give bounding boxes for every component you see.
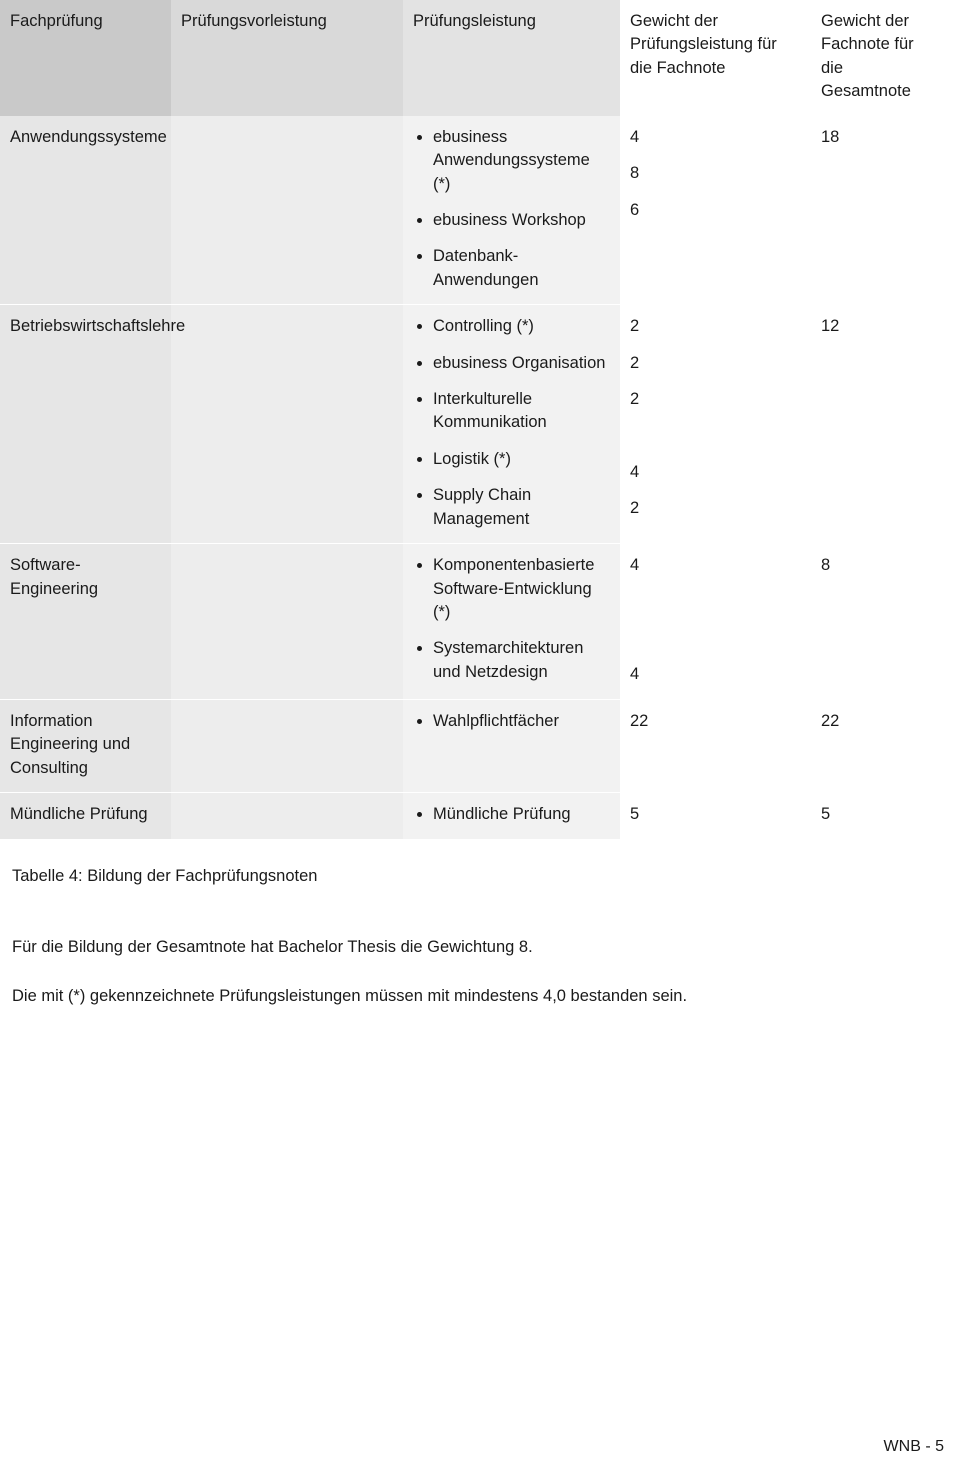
list-item: ebusiness Organisation (413, 352, 610, 375)
cell-fachnote: 8 (811, 543, 944, 700)
header-gewicht-fachnote: Gewicht der Fachnote für die Gesamtnote (811, 0, 944, 116)
weight-value: 4 (630, 462, 640, 481)
cell-subject: Software-Engineering (0, 543, 171, 700)
cell-gewichte: 4 8 6 (620, 115, 811, 306)
list-item: Mündliche Prüfung (413, 803, 610, 826)
header-pruefungsvorleistung: Prüfungsvorleistung (171, 0, 403, 116)
header-gewicht-pruefungsleistung: Gewicht der Prüfungsleistung für die Fac… (620, 0, 811, 116)
list-item: Systemarchitekturen und Netzdesign (413, 637, 610, 684)
cell-leistungen: Wahlpflichtfächer (403, 699, 620, 794)
cell-vorleistung (171, 304, 403, 545)
list-item: Logistik (*) (413, 448, 610, 471)
cell-vorleistung (171, 115, 403, 306)
document-page: Fachprüfung Prüfungsvorleistung Prüfungs… (0, 0, 960, 1474)
cell-gewichte: 5 (620, 792, 811, 839)
list-item: Datenbank-Anwendungen (413, 245, 610, 292)
weight-value: 2 (630, 499, 640, 518)
header-pruefungsleistung: Prüfungsleistung (403, 0, 620, 116)
paragraph-asterisk-note: Die mit (*) gekennzeichnete Prüfungsleis… (12, 986, 688, 1005)
weight-value: 2 (630, 390, 640, 409)
leistung-list: Controlling (*) ebusiness Organisation I… (413, 315, 610, 531)
cell-subject: Information Engineering und Consulting (0, 699, 171, 794)
list-item: Supply Chain Management (413, 484, 610, 531)
leistung-list: Mündliche Prüfung (413, 803, 610, 826)
page-footer: WNB - 5 (883, 1438, 944, 1455)
leistung-list: Komponentenbasierte Software-Entwicklung… (413, 554, 610, 684)
cell-gewichte: 2 2 2 4 2 (620, 304, 811, 545)
weight-value: 4 (630, 127, 640, 146)
weight-value: 2 (630, 317, 640, 336)
cell-fachnote: 5 (811, 792, 944, 839)
table-header-row: Fachprüfung Prüfungsvorleistung Prüfungs… (0, 0, 944, 116)
cell-fachnote: 22 (811, 699, 944, 794)
table-caption: Tabelle 4: Bildung der Fachprüfungsnoten (12, 866, 318, 885)
cell-leistungen: Mündliche Prüfung (403, 792, 620, 839)
list-item: Wahlpflichtfächer (413, 710, 610, 733)
table-row: Information Engineering und Consulting W… (0, 699, 944, 794)
weight-value: 6 (630, 200, 640, 219)
leistung-list: Wahlpflichtfächer (413, 710, 610, 733)
weight-value: 5 (630, 805, 640, 824)
list-item: Controlling (*) (413, 315, 610, 338)
cell-subject: Betriebswirtschaftslehre (0, 304, 185, 545)
table-row: Anwendungssysteme ebusiness Anwendungssy… (0, 115, 944, 306)
weight-value: 4 (630, 665, 640, 684)
cell-fachnote: 12 (811, 304, 944, 545)
table-row: Betriebswirtschaftslehre Controlling (*)… (0, 304, 944, 545)
header-fachpruefung: Fachprüfung (0, 0, 171, 116)
grades-table: Fachprüfung Prüfungsvorleistung Prüfungs… (0, 0, 944, 839)
cell-leistungen: Komponentenbasierte Software-Entwicklung… (403, 543, 620, 700)
weight-value: 8 (630, 164, 640, 183)
cell-leistungen: ebusiness Anwendungssysteme (*) ebusines… (403, 115, 620, 306)
list-item: Komponentenbasierte Software-Entwicklung… (413, 554, 610, 624)
weight-value: 2 (630, 353, 640, 372)
list-item: Interkulturelle Kommunikation (413, 388, 610, 435)
list-item: ebusiness Workshop (413, 209, 610, 232)
cell-fachnote: 18 (811, 115, 944, 306)
cell-leistungen: Controlling (*) ebusiness Organisation I… (403, 304, 620, 545)
cell-gewichte: 22 (620, 699, 811, 794)
table-row: Software-Engineering Komponentenbasierte… (0, 543, 944, 700)
table-row: Mündliche Prüfung Mündliche Prüfung 5 5 (0, 792, 944, 839)
cell-vorleistung (171, 543, 403, 700)
list-item: ebusiness Anwendungssysteme (*) (413, 126, 610, 196)
cell-vorleistung (171, 792, 403, 839)
cell-subject: Mündliche Prüfung (0, 792, 171, 839)
cell-vorleistung (171, 699, 403, 794)
paragraph-gesamtnote: Für die Bildung der Gesamtnote hat Bache… (12, 937, 533, 956)
leistung-list: ebusiness Anwendungssysteme (*) ebusines… (413, 126, 610, 293)
cell-subject: Anwendungssysteme (0, 115, 171, 306)
weight-value: 22 (630, 711, 649, 730)
cell-gewichte: 4 4 (620, 543, 811, 700)
weight-value: 4 (630, 556, 640, 575)
